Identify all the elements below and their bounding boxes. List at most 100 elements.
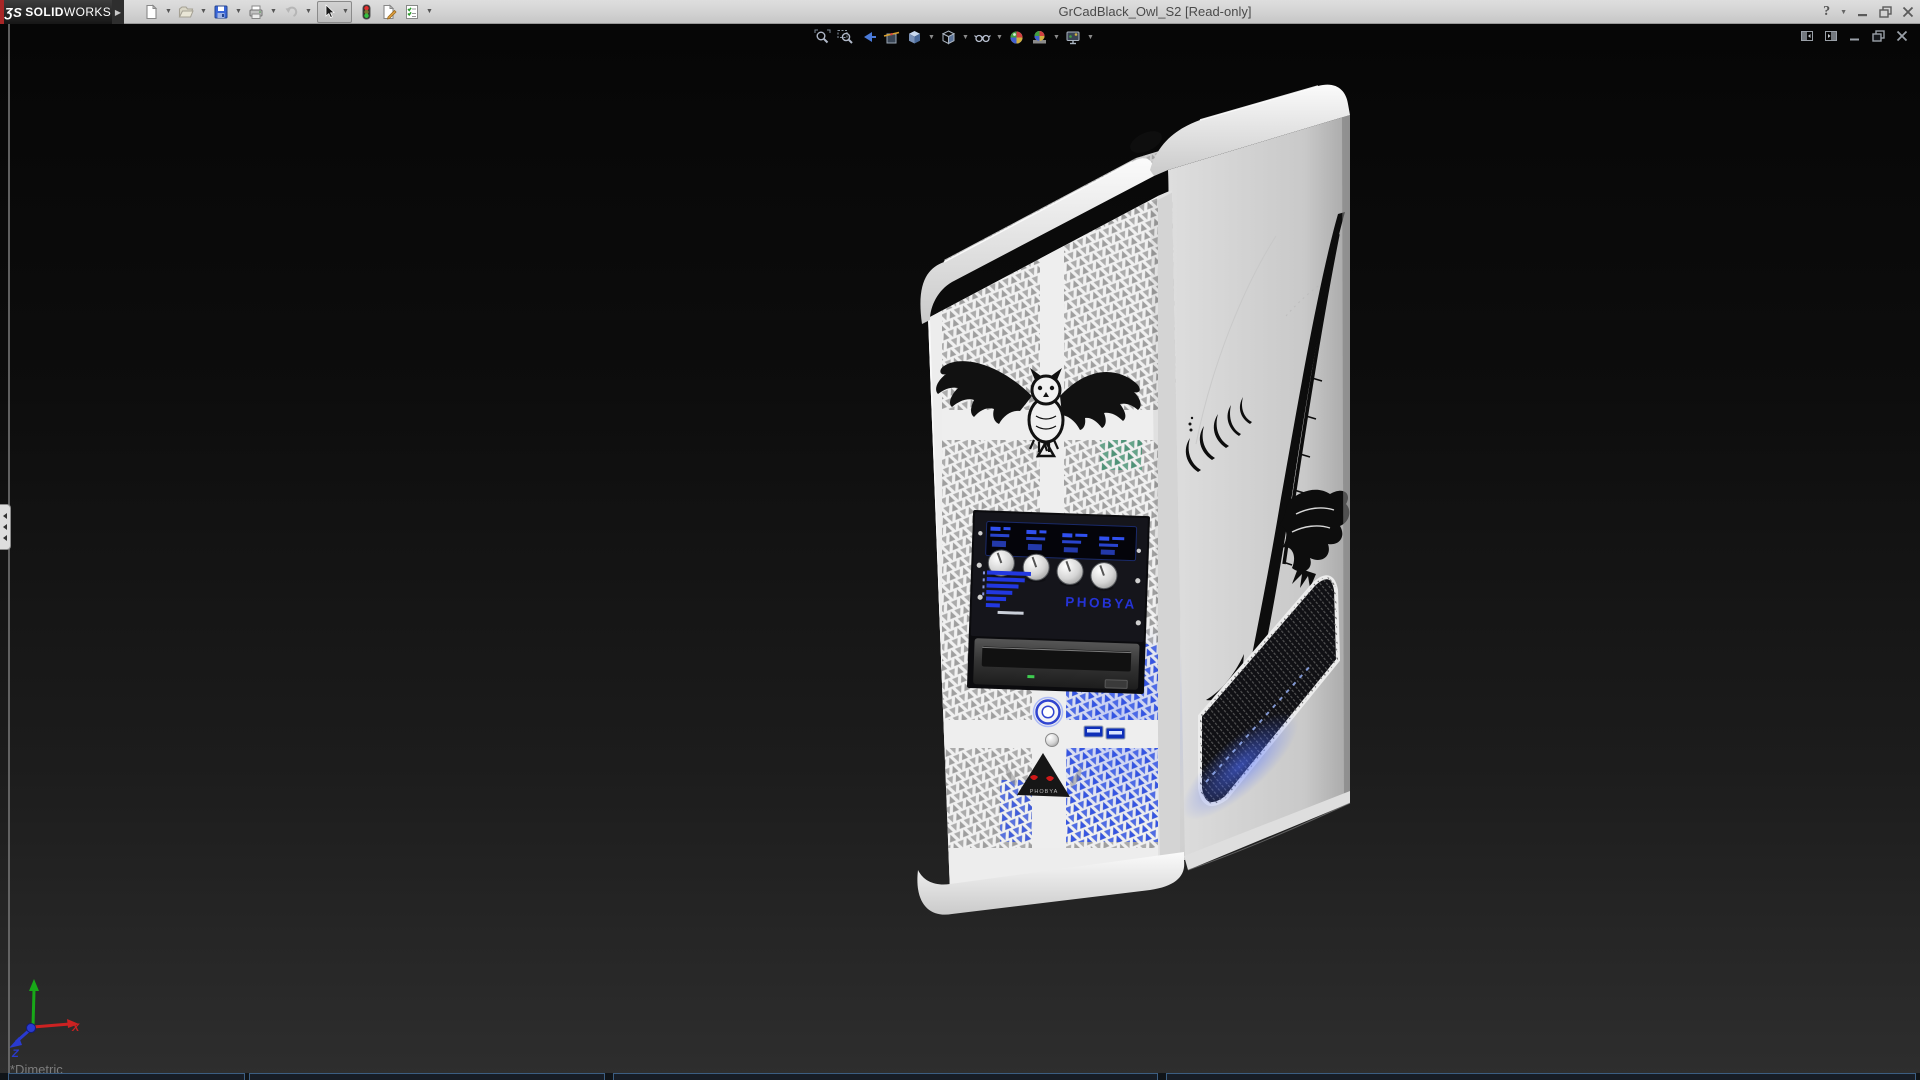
axis-y — [33, 990, 34, 1027]
open-button[interactable] — [175, 1, 197, 23]
solidworks-logo-glyph: ƷS — [5, 5, 22, 20]
menu-flyout-arrow[interactable]: ▶ — [112, 0, 124, 24]
zoom-to-area-button[interactable] — [835, 27, 856, 48]
case-front-panel: PHOBYA — [924, 186, 1206, 908]
section-view-button[interactable] — [881, 27, 902, 48]
print-button[interactable] — [245, 1, 267, 23]
view-settings-button[interactable] — [1063, 27, 1084, 48]
open-folder-icon — [178, 4, 194, 20]
titlebar: ƷS SOLIDWORKS ▶ ▼ ▼ ▼ ▼ ▼ ▼ — [0, 0, 1920, 24]
heads-up-view-toolbar: ▼ ▼ ▼ ▼ ▼ — [812, 27, 1095, 48]
close-doc-icon[interactable] — [1896, 30, 1908, 42]
restore-doc-icon[interactable] — [1872, 30, 1885, 42]
featuremanager-splitter-tab[interactable] — [0, 504, 11, 550]
print-dropdown[interactable]: ▼ — [268, 1, 279, 23]
select-tool-group: ▼ — [317, 1, 352, 23]
options-dropdown[interactable]: ▼ — [424, 1, 435, 23]
new-document-button[interactable] — [140, 1, 162, 23]
edit-appearance-icon — [1008, 29, 1025, 46]
model-pc-case[interactable]: PHOBYA — [917, 85, 1350, 915]
reference-triad: X Z — [9, 979, 80, 1060]
section-view-icon — [883, 29, 900, 46]
taskbar-edge-strip — [0, 1073, 1920, 1080]
feature-pane-toggle-icon[interactable] — [1801, 30, 1814, 42]
brand-works: WORKS — [64, 5, 111, 19]
undo-button[interactable] — [280, 1, 302, 23]
zoom-to-fit-icon — [814, 29, 831, 46]
file-properties-icon — [381, 4, 397, 20]
badge-brand-text: PHOBYA — [1030, 789, 1059, 795]
graphics-viewport[interactable]: PHOBYA — [0, 24, 1920, 1080]
restore-icon[interactable] — [1879, 6, 1892, 18]
axis-z-label: Z — [11, 1048, 20, 1060]
save-button[interactable] — [210, 1, 232, 23]
apply-scene-icon — [1031, 29, 1048, 46]
model-scene: PHOBYA — [0, 24, 1920, 1080]
apply-scene-dropdown[interactable]: ▼ — [1052, 34, 1061, 41]
panel-edge-line — [8, 24, 10, 1080]
save-icon — [213, 4, 229, 20]
previous-view-icon — [860, 29, 877, 46]
axis-x — [33, 1024, 70, 1027]
display-pane-toggle-icon[interactable] — [1825, 30, 1838, 42]
document-window-controls — [1801, 30, 1908, 42]
brand-solid: SOLID — [25, 5, 64, 19]
controller-brand-text: PHOBYA — [1065, 594, 1137, 611]
edit-appearance-button[interactable] — [1006, 27, 1027, 48]
new-document-icon — [143, 4, 159, 20]
select-dropdown[interactable]: ▼ — [340, 1, 351, 23]
titlebar-controls: ? ▼ — [1823, 0, 1914, 24]
display-style-button[interactable] — [938, 27, 959, 48]
undo-dropdown[interactable]: ▼ — [303, 1, 314, 23]
reset-button[interactable] — [1046, 734, 1059, 747]
rebuild-button[interactable] — [355, 1, 377, 23]
case-side-panel — [1167, 114, 1350, 858]
file-properties-button[interactable] — [378, 1, 400, 23]
close-icon[interactable] — [1902, 6, 1914, 18]
hide-show-items-button[interactable] — [972, 27, 993, 48]
view-orientation-dropdown[interactable]: ▼ — [927, 34, 936, 41]
view-orientation-button[interactable] — [904, 27, 925, 48]
print-icon — [248, 4, 264, 20]
options-button[interactable] — [401, 1, 423, 23]
display-style-dropdown[interactable]: ▼ — [961, 34, 970, 41]
help-icon[interactable]: ? — [1823, 4, 1830, 20]
taskbar-segment — [1166, 1073, 1916, 1080]
display-style-icon — [940, 29, 957, 46]
undo-icon — [283, 4, 299, 20]
minimize-icon[interactable] — [1857, 6, 1869, 18]
view-orientation-icon — [906, 29, 923, 46]
new-document-dropdown[interactable]: ▼ — [163, 1, 174, 23]
drive-led — [1027, 675, 1034, 678]
triad-origin — [27, 1024, 36, 1033]
standard-toolbar: ▼ ▼ ▼ ▼ ▼ ▼ ▼ — [140, 0, 435, 23]
taskbar-segment — [8, 1073, 245, 1080]
rebuild-traffic-light-icon — [358, 4, 374, 20]
splitter-arrow-icon — [3, 513, 7, 519]
select-cursor-button[interactable] — [318, 1, 340, 23]
solidworks-logo: ƷS SOLIDWORKS — [4, 0, 112, 24]
eject-button[interactable] — [1105, 680, 1127, 689]
options-checklist-icon — [404, 4, 420, 20]
save-dropdown[interactable]: ▼ — [233, 1, 244, 23]
taskbar-segment — [613, 1073, 1158, 1080]
view-settings-icon — [1065, 29, 1082, 46]
zoom-to-fit-button[interactable] — [812, 27, 833, 48]
splitter-arrow-icon — [3, 524, 7, 530]
zoom-to-area-icon — [837, 29, 854, 46]
taskbar-segment — [249, 1073, 605, 1080]
splitter-arrow-icon — [3, 535, 7, 541]
fan-controller: PHOBYA — [967, 510, 1150, 694]
window-title: GrCadBlack_Owl_S2 [Read-only] — [1059, 0, 1252, 24]
select-cursor-icon — [321, 4, 337, 20]
open-dropdown[interactable]: ▼ — [198, 1, 209, 23]
hide-show-items-icon — [974, 29, 991, 46]
apply-scene-button[interactable] — [1029, 27, 1050, 48]
previous-view-button[interactable] — [858, 27, 879, 48]
optical-drive[interactable] — [973, 638, 1140, 690]
minimize-doc-icon[interactable] — [1849, 30, 1861, 42]
axis-x-label: X — [71, 1022, 80, 1034]
help-dropdown[interactable]: ▼ — [1840, 9, 1847, 16]
view-settings-dropdown[interactable]: ▼ — [1086, 34, 1095, 41]
hide-show-items-dropdown[interactable]: ▼ — [995, 34, 1004, 41]
